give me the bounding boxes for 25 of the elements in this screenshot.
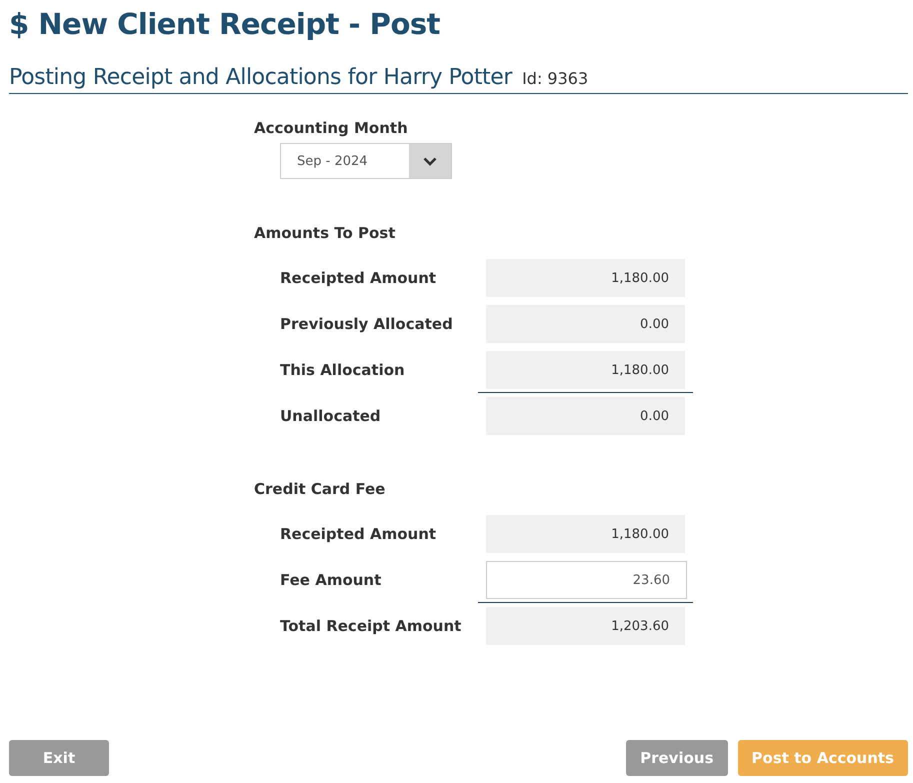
amount-label: Total Receipt Amount (280, 617, 462, 635)
amount-label: Fee Amount (280, 571, 382, 589)
amount-label: Receipted Amount (280, 525, 438, 543)
month-select[interactable]: Sep - 2024 (280, 143, 452, 179)
amount-label: Previously Allocated (280, 315, 454, 333)
post-button[interactable]: Post to Accounts (738, 740, 908, 776)
amount-label: Receipted Amount (280, 269, 438, 287)
amount-value: 0.00 (486, 397, 685, 435)
page-title: $ New Client Receipt - Post (9, 6, 441, 43)
amount-input[interactable]: 23.60 (486, 561, 687, 599)
amount-label: Unallocated (280, 407, 382, 425)
page-subtitle: Posting Receipt and Allocations for Harry Potter (9, 65, 512, 90)
section-title: Amounts To Post (254, 223, 396, 243)
amount-value: 1,180.00 (486, 351, 685, 389)
previous-button[interactable]: Previous (626, 740, 728, 776)
amount-value: 1,180.00 (486, 515, 685, 553)
amount-value: 1,180.00 (486, 259, 685, 297)
amount-value: 0.00 (486, 305, 685, 343)
chevron-down-icon (423, 156, 437, 166)
amount-label: This Allocation (280, 361, 406, 379)
section-title: Credit Card Fee (254, 479, 386, 499)
exit-button[interactable]: Exit (9, 740, 109, 776)
field-label: Accounting Month (254, 118, 409, 138)
amount-value: 1,203.60 (486, 607, 685, 645)
client-id: Id: 9363 (522, 69, 588, 88)
